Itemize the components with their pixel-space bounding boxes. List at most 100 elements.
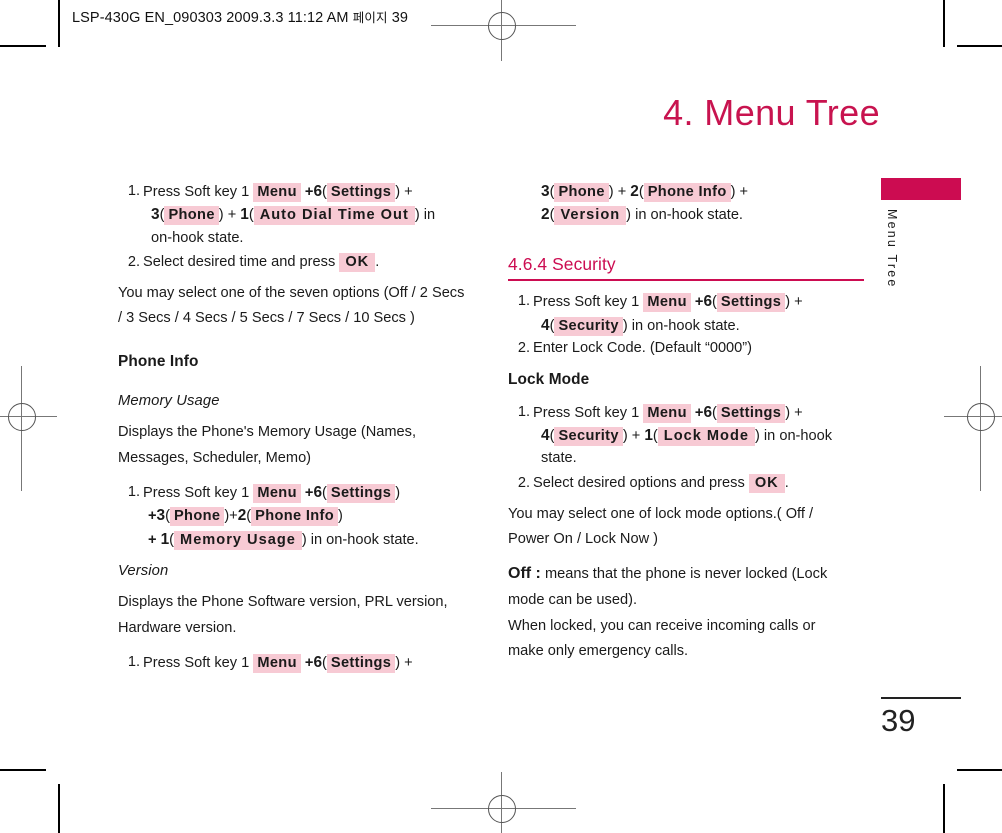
heading-version: Version	[118, 562, 169, 579]
step-tail: .	[784, 474, 789, 491]
key-chip-security: Security	[554, 316, 623, 336]
step-close: )	[395, 484, 401, 501]
header-file-info: LSP-430G EN_090303 2009.3.3 11:12 AM	[72, 10, 349, 26]
key-digit-2: 2	[237, 507, 247, 525]
key-digit-6: 6	[313, 183, 322, 200]
plus-sign: +	[148, 508, 157, 525]
key-chip-menu: Menu	[253, 183, 301, 202]
right-column: 3(Phone) + 2(Phone Info) + 2(Version) in…	[508, 180, 864, 665]
step-security-1: 1. Press Soft key 1 Menu +6(Settings) +	[508, 290, 864, 313]
key-digit-6: 6	[313, 653, 322, 671]
key-digit-6: 6	[313, 483, 322, 501]
crop-mark-top-left-horizontal	[0, 45, 46, 47]
key-digit-4: 4	[541, 427, 550, 445]
step-auto-dial-1: 1. Press Soft key 1 Menu +6(Settings) +	[118, 180, 474, 203]
off-desc-text: means that the phone is never locked (Lo…	[544, 566, 828, 583]
key-chip-menu: Menu	[643, 293, 691, 313]
key-chip-version: Version	[554, 206, 627, 226]
step-number: 1.	[127, 483, 140, 500]
key-chip-menu: Menu	[253, 483, 301, 503]
step-number: 1.	[127, 653, 140, 670]
step-lead-text: Select desired options and press	[533, 474, 745, 491]
key-digit-3: 3	[156, 507, 166, 525]
heading-memory-usage: Memory Usage	[118, 392, 220, 409]
key-chip-settings: Settings	[716, 293, 786, 313]
step-lead-text: Press Soft key 1	[533, 404, 640, 421]
key-digit-4: 4	[541, 316, 550, 334]
crop-mark-bottom-right-vertical	[943, 784, 945, 833]
off-description-line2: mode can be used).	[508, 592, 637, 609]
step-lead-text: Select desired time and press	[143, 253, 336, 270]
key-digit-2: 2	[541, 206, 550, 224]
step-close-plus: ) +	[395, 654, 413, 671]
key-digit-6: 6	[703, 293, 712, 311]
heading-security: 4.6.4 Security	[508, 253, 616, 274]
step-close: )	[338, 508, 343, 525]
key-chip-phone-info: Phone Info	[251, 507, 339, 527]
off-description-line3: When locked, you can receive incoming ca…	[508, 617, 816, 634]
step-number: 2.	[127, 253, 140, 270]
heading-phone-info: Phone Info	[118, 352, 199, 370]
off-label: Off :	[508, 565, 541, 583]
mid-separator: ) +	[622, 428, 645, 445]
page-number-rule	[881, 697, 961, 699]
key-chip-phone: Phone	[164, 206, 219, 226]
crop-mark-bottom-left-horizontal	[0, 769, 46, 771]
step-tail: ) in	[414, 207, 436, 224]
step-number: 2.	[517, 474, 530, 491]
step-lead-text: Press Soft key 1	[143, 184, 250, 200]
lock-mode-note-line1: You may select one of lock mode options.…	[508, 505, 814, 522]
key-chip-phone-info: Phone Info	[643, 183, 731, 202]
page-title: 4. Menu Tree	[663, 92, 880, 133]
key-chip-memory-usage: Memory Usage	[174, 530, 302, 550]
key-digit-1: 1	[644, 427, 653, 445]
side-tab-label: Menu Tree	[885, 209, 899, 289]
side-tab-accent-bar	[881, 178, 961, 200]
step-tail: ) in on-hook state.	[622, 317, 740, 334]
key-digit-1: 1	[160, 530, 170, 548]
step-close-plus: ) +	[785, 294, 803, 311]
key-chip-ok: OK	[748, 473, 785, 493]
header-korean-label: 페이지	[352, 11, 388, 25]
step-security-1-cont: 4(Security) in on-hook state.	[541, 316, 740, 336]
key-chip-menu: Menu	[253, 653, 301, 673]
step-tail: .	[375, 253, 380, 270]
heading-lock-mode: Lock Mode	[508, 371, 590, 389]
step-close-plus: ) +	[395, 184, 413, 200]
step-number: 2.	[517, 340, 530, 357]
off-description-line4: make only emergency calls.	[508, 642, 689, 659]
key-digit-3: 3	[151, 206, 160, 224]
key-chip-settings: Settings	[326, 183, 396, 202]
step-tail: ) in on-hook state.	[626, 207, 743, 224]
step-lead-text: Press Soft key 1	[143, 484, 250, 501]
header-page-number: 39	[391, 10, 409, 26]
step-lock-mode-1-cont: 4(Security) + 1(Lock Mode) in on-hook	[541, 427, 833, 447]
document-header-text: LSP-430G EN_090303 2009.3.3 11:12 AM 페이지…	[72, 7, 408, 26]
key-chip-settings: Settings	[326, 483, 396, 503]
step-auto-dial-1-cont2: on-hook state.	[151, 229, 244, 246]
key-chip-settings: Settings	[716, 403, 786, 423]
left-column: 1. Press Soft key 1 Menu +6(Settings) + …	[118, 180, 474, 674]
key-chip-menu: Menu	[643, 403, 691, 423]
off-description-line1: Off : means that the phone is never lock…	[508, 562, 864, 586]
step-lead-text: Press Soft key 1	[533, 294, 640, 311]
crop-mark-top-right-horizontal	[957, 45, 1002, 47]
step-auto-dial-2: 2. Select desired time and press OK.	[118, 251, 474, 273]
step-number: 1.	[127, 183, 140, 199]
mid-separator: )+	[224, 508, 238, 525]
key-chip-phone: Phone	[554, 183, 609, 202]
key-digit-1: 1	[240, 206, 249, 224]
step-close-plus: ) +	[785, 404, 803, 421]
step-tail: ) in on-hook state.	[301, 531, 419, 548]
side-tab: Menu Tree	[881, 178, 961, 289]
